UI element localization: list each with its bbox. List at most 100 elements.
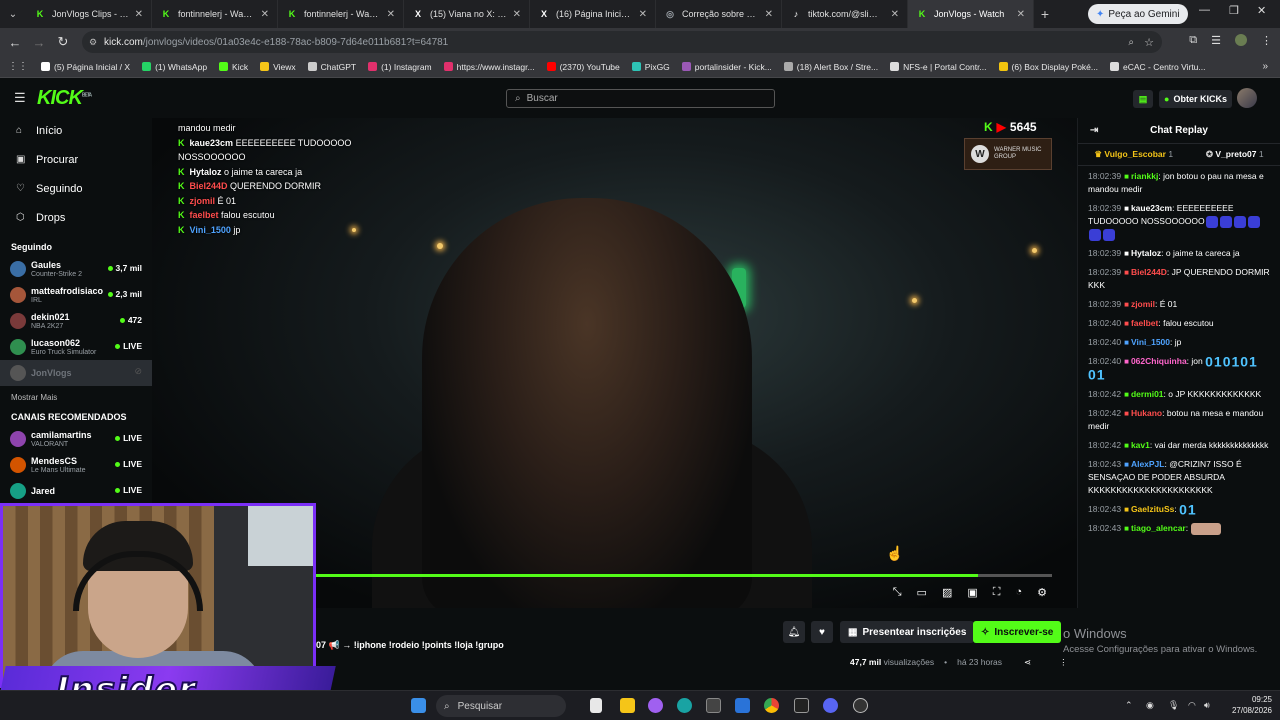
bookmark-item[interactable]: (18) Alert Box / Stre... bbox=[779, 62, 883, 72]
more-options-icon[interactable]: ⋮ bbox=[1059, 657, 1068, 668]
chat-username[interactable]: kav1 bbox=[1131, 440, 1150, 450]
chat-username[interactable]: riankkj bbox=[1131, 171, 1158, 181]
menu-icon[interactable]: ⋮ bbox=[1261, 34, 1272, 47]
chat-username[interactable]: AlexPJL bbox=[1131, 459, 1165, 469]
reload-icon[interactable]: ↻ bbox=[51, 34, 75, 50]
wifi-icon[interactable]: ◠ bbox=[1188, 700, 1196, 711]
theater-icon[interactable]: ▭ bbox=[917, 586, 927, 599]
bookmark-item[interactable]: portalinsider - Kick... bbox=[677, 62, 777, 72]
channel-item[interactable]: Gaules Counter-Strike 2 3,7 mil bbox=[0, 256, 152, 282]
tab-search-icon[interactable]: ⌄ bbox=[0, 9, 26, 20]
edge-icon[interactable] bbox=[677, 698, 692, 713]
clip-icon[interactable]: ⤡ bbox=[893, 586, 902, 599]
zoom-icon[interactable]: ⌕ bbox=[1128, 37, 1134, 48]
bookmark-item[interactable]: (6) Box Display Poké... bbox=[994, 62, 1103, 72]
show-more-link[interactable]: Mostrar Mais bbox=[0, 386, 152, 408]
channel-item[interactable]: Jared LIVE bbox=[0, 478, 152, 504]
discord-icon[interactable] bbox=[823, 698, 838, 713]
share-icon[interactable]: ⋖ bbox=[1024, 657, 1031, 668]
cinema-icon[interactable]: ▣ bbox=[967, 586, 977, 599]
chat-username[interactable]: Hytaloz bbox=[1131, 248, 1161, 258]
search-input[interactable]: ⌕ Buscar bbox=[506, 89, 775, 108]
chat-username[interactable]: 062Chiquinha bbox=[1131, 356, 1187, 366]
fullscreen-icon[interactable]: ⛶ bbox=[993, 586, 1001, 599]
site-info-icon[interactable]: ⚙ bbox=[89, 37, 97, 48]
browser-tab[interactable]: K JonVlogs - Watch ✕ bbox=[908, 0, 1034, 28]
profile-icon[interactable] bbox=[1235, 34, 1247, 46]
browser-tab[interactable]: X (15) Viana no X: "Mex ✕ bbox=[404, 0, 530, 28]
chat-username[interactable]: Hukano bbox=[1131, 408, 1162, 418]
chat-username[interactable]: Vini_1500 bbox=[1131, 337, 1170, 347]
gifter-item[interactable]: ✪ V_preto07 1 bbox=[1206, 149, 1264, 160]
browser-tab[interactable]: K JonVlogs Clips - Watc ✕ bbox=[26, 0, 152, 28]
channel-item[interactable]: JonVlogs ⊘ bbox=[0, 360, 152, 386]
maximize-icon[interactable]: ❐ bbox=[1229, 4, 1239, 17]
notify-bell-icon[interactable]: 🔔︎ bbox=[783, 621, 805, 643]
gemini-button[interactable]: ✦ Peça ao Gemini bbox=[1088, 4, 1188, 24]
chat-username[interactable]: tiago_alencar bbox=[1131, 523, 1186, 533]
bookmark-item[interactable]: eCAC - Centro Virtu... bbox=[1105, 62, 1211, 72]
speed-icon[interactable]: ◔ bbox=[1015, 586, 1022, 599]
taskbar-search[interactable]: ⌕ Pesquisar bbox=[436, 695, 566, 717]
outlook-icon[interactable] bbox=[735, 698, 750, 713]
channel-item[interactable]: matteafrodisiaco IRL 2,3 mil bbox=[0, 282, 152, 308]
tab-close-icon[interactable]: ✕ bbox=[1017, 9, 1025, 20]
browser-tab[interactable]: Kfontinnelerj - Watch c ✕ bbox=[278, 0, 404, 28]
browser-tab[interactable]: ♪ tiktok.com/@slimgust ✕ bbox=[782, 0, 908, 28]
tab-close-icon[interactable]: ✕ bbox=[765, 9, 773, 20]
chat-username[interactable]: Biel244D bbox=[1131, 267, 1167, 277]
capcut-icon[interactable] bbox=[794, 698, 809, 713]
follow-heart-icon[interactable]: ♥ bbox=[811, 621, 833, 643]
close-window-icon[interactable]: ✕ bbox=[1257, 4, 1266, 17]
bookmark-item[interactable]: (1) Instagram bbox=[363, 62, 437, 72]
user-avatar[interactable] bbox=[1237, 88, 1257, 108]
pip-icon[interactable]: ▨ bbox=[942, 586, 952, 599]
browser-tab[interactable]: ◎ Correção sobre JonVl ✕ bbox=[656, 0, 782, 28]
gifter-item[interactable]: ♛ Vulgo_Escobar 1 bbox=[1094, 149, 1173, 160]
bookmark-item[interactable]: ChatGPT bbox=[303, 62, 361, 72]
task-view-icon[interactable] bbox=[590, 698, 602, 713]
network-tray-icon[interactable]: ◉ bbox=[1146, 700, 1154, 711]
browser-tab[interactable]: X (16) Página Inicial / X ✕ bbox=[530, 0, 656, 28]
gift-subs-button[interactable]: ▦ Presentear inscrições bbox=[840, 621, 975, 643]
browser-tab[interactable]: Kfontinnelerj - Watch c ✕ bbox=[152, 0, 278, 28]
channel-item[interactable]: MendesCS Le Mans Ultimate LIVE bbox=[0, 452, 152, 478]
chat-username[interactable]: dermi01 bbox=[1131, 389, 1164, 399]
back-icon[interactable]: ← bbox=[3, 35, 27, 50]
collapse-chat-icon[interactable]: ⇥ bbox=[1090, 125, 1098, 136]
tab-close-icon[interactable]: ✕ bbox=[135, 9, 143, 20]
tab-close-icon[interactable]: ✕ bbox=[513, 9, 521, 20]
bookmark-item[interactable]: https://www.instagr... bbox=[439, 62, 540, 72]
tab-close-icon[interactable]: ✕ bbox=[639, 9, 647, 20]
kick-logo[interactable]: KICKBETA bbox=[37, 87, 92, 110]
new-tab-button[interactable]: + bbox=[1034, 6, 1056, 22]
bookmark-star-icon[interactable]: ☆ bbox=[1144, 36, 1154, 49]
bookmark-item[interactable]: NFS-e | Portal Contr... bbox=[885, 62, 991, 72]
extensions-icon[interactable]: ⧉ bbox=[1189, 34, 1197, 47]
bookmark-item[interactable]: Kick bbox=[214, 62, 253, 72]
sidebar-nav-item[interactable]: ▣ Procurar bbox=[0, 145, 152, 174]
bookmark-item[interactable]: (5) Página Inicial / X bbox=[36, 62, 135, 72]
subscribe-button[interactable]: ✧ Inscrever-se bbox=[973, 621, 1062, 643]
bookmark-item[interactable]: (2370) YouTube bbox=[542, 62, 625, 72]
settings-gear-icon[interactable]: ⚙ bbox=[1037, 586, 1047, 599]
tab-close-icon[interactable]: ✕ bbox=[261, 9, 269, 20]
bookmark-item[interactable]: Viewx bbox=[255, 62, 301, 72]
chrome-icon[interactable] bbox=[764, 698, 779, 713]
tab-close-icon[interactable]: ✕ bbox=[891, 9, 899, 20]
sidebar-nav-item[interactable]: ⌂ Início bbox=[0, 116, 152, 145]
clock[interactable]: 09:25 27/08/2026 bbox=[1232, 694, 1272, 716]
menu-hamburger-icon[interactable]: ☰ bbox=[14, 90, 26, 106]
bookmark-item[interactable]: PixGG bbox=[627, 62, 675, 72]
windows-start-icon[interactable] bbox=[411, 698, 426, 713]
store-icon[interactable] bbox=[706, 698, 721, 713]
obs-icon[interactable] bbox=[853, 698, 868, 713]
channel-item[interactable]: camilamartins VALORANT LIVE bbox=[0, 426, 152, 452]
get-kicks-button[interactable]: ● Obter KICKs bbox=[1159, 90, 1232, 108]
chat-username[interactable]: zjomil bbox=[1131, 299, 1155, 309]
volume-icon[interactable]: 🔊︎ bbox=[1204, 700, 1210, 711]
bookmark-item[interactable]: (1) WhatsApp bbox=[137, 62, 212, 72]
tray-chevron-icon[interactable]: ⌃ bbox=[1125, 700, 1133, 711]
chat-username[interactable]: kaue23cm bbox=[1131, 203, 1172, 213]
wallet-icon[interactable]: ▤ bbox=[1133, 90, 1153, 108]
